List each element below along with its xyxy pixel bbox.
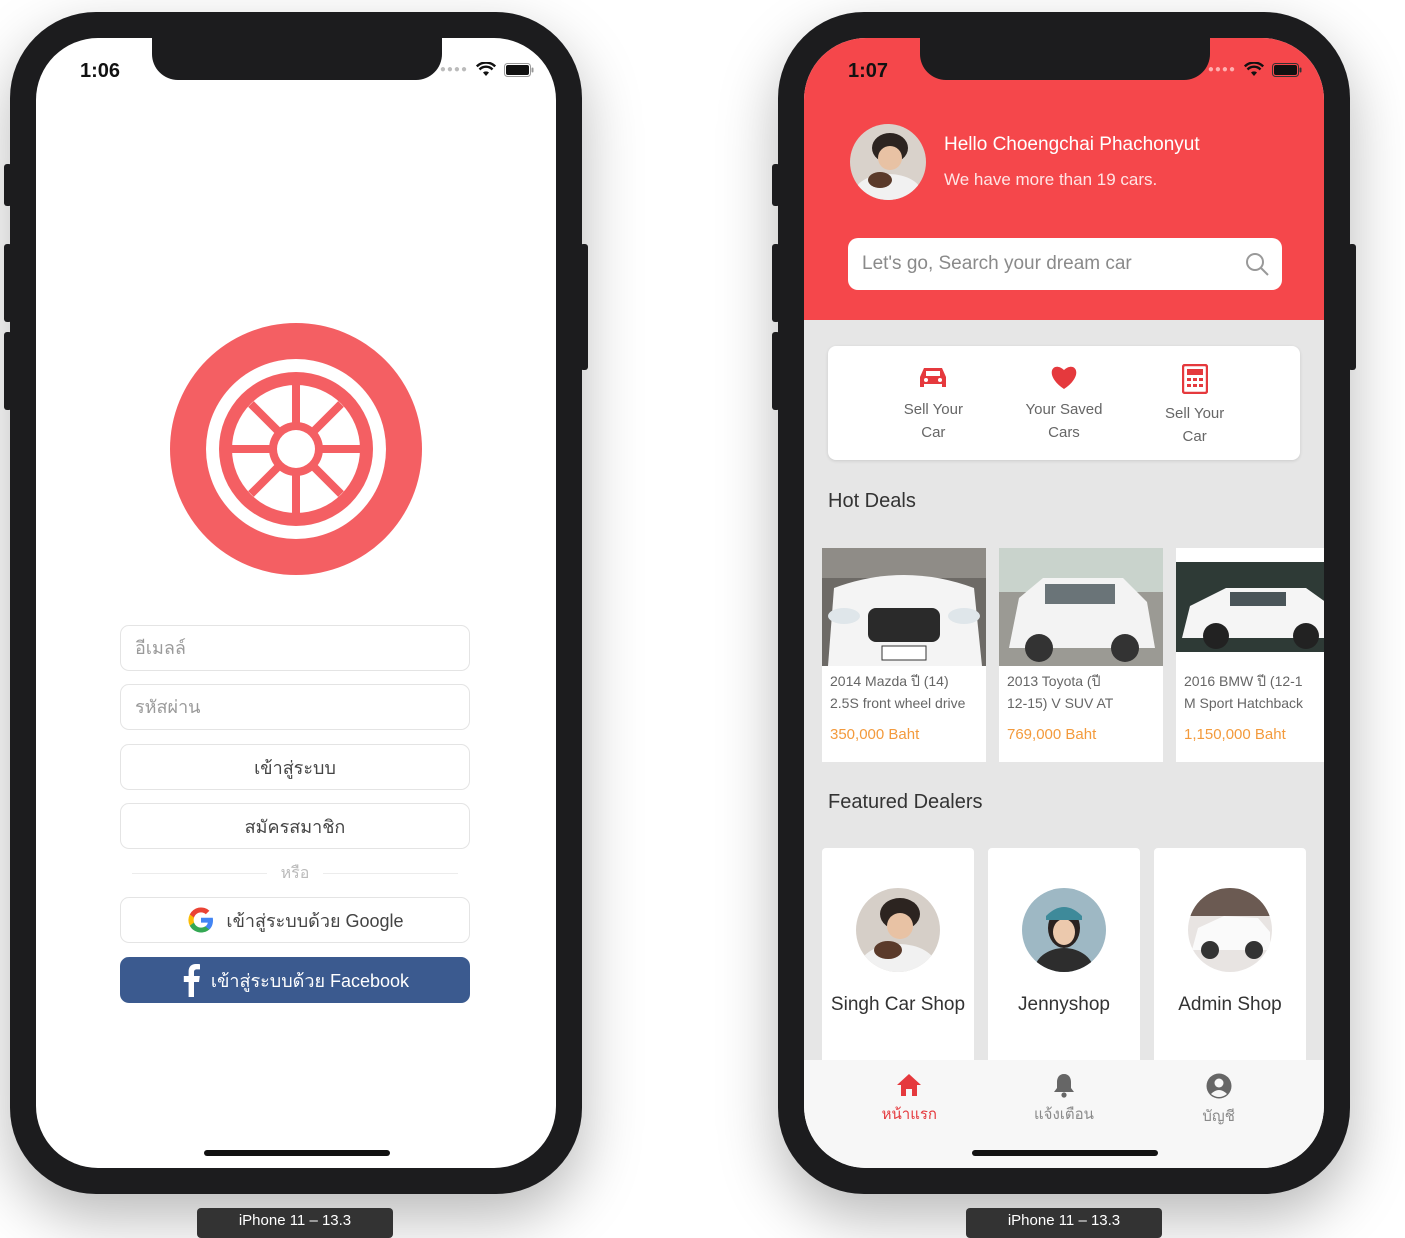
volume-down-button (772, 332, 780, 410)
deal-card[interactable]: 2013 Toyota (ปี 12-15) V SUV AT 769,000 … (999, 548, 1163, 762)
home-indicator (204, 1150, 390, 1156)
tab-label: แจ้งเตือน (1034, 1106, 1094, 1123)
deal-image-mazda (822, 548, 986, 666)
right-phone-frame: 1:07 ●●●● Hello Choengchai Phachonyut We… (772, 12, 1356, 1194)
volume-up-button (772, 244, 780, 322)
signal-icon: ●●●● (1207, 64, 1236, 75)
deal-title: 2013 Toyota (ปี 12-15) V SUV AT (1007, 673, 1114, 711)
deal-card[interactable]: 2016 BMW ปี (12-1 M Sport Hatchback 1,15… (1176, 548, 1324, 762)
dealer-avatar (1188, 888, 1272, 972)
volume-up-button (4, 244, 12, 322)
or-label: หรือ (280, 865, 310, 882)
featured-dealers-title: Featured Dealers (828, 791, 983, 813)
status-icons: ●●●● (440, 62, 534, 77)
google-login-label: เข้าสู่ระบบด้วย Google (226, 910, 404, 931)
or-divider: หรือ (132, 861, 458, 886)
notch (152, 38, 442, 80)
register-button[interactable]: สมัครสมาชิก (120, 803, 470, 849)
home-icon (897, 1074, 922, 1096)
facebook-login-label: เข้าสู่ระบบด้วย Facebook (210, 970, 410, 991)
login-button[interactable]: เข้าสู่ระบบ (120, 744, 470, 790)
deal-image-bmw (1176, 548, 1324, 666)
volume-down-button (4, 332, 12, 410)
deal-price: 769,000 Baht (1007, 726, 1097, 743)
quick-action-label: Sell Your Car (1165, 405, 1225, 445)
user-avatar[interactable] (850, 124, 926, 200)
status-icons: ●●●● (1208, 62, 1302, 77)
dealer-avatar (856, 888, 940, 972)
device-label-right: iPhone 11 – 13.3 (966, 1208, 1162, 1238)
wifi-icon (476, 62, 496, 76)
left-phone-frame: 1:06 ●●●● อีเมลล์ เข้าสู่ระบบ สมัครสมาชิ… (4, 12, 588, 1194)
dealer-card[interactable]: Jennyshop (988, 848, 1140, 1078)
device-label-left: iPhone 11 – 13.3 (197, 1208, 393, 1238)
wifi-icon (1244, 62, 1264, 76)
login-button-label: เข้าสู่ระบบ (254, 757, 336, 778)
dealer-name: Admin Shop (1178, 994, 1282, 1015)
quick-action-calculator[interactable]: Sell Your Car (1140, 346, 1250, 460)
hot-deals-carousel[interactable]: 2014 Mazda ปี (14) 2.5S front wheel driv… (822, 548, 1324, 762)
deal-image-toyota (999, 548, 1163, 666)
deal-card[interactable]: 2014 Mazda ปี (14) 2.5S front wheel driv… (822, 548, 986, 762)
login-screen: 1:06 ●●●● อีเมลล์ เข้าสู่ระบบ สมัครสมาชิ… (36, 38, 556, 1168)
power-button (1348, 244, 1356, 370)
car-icon (920, 368, 947, 387)
search-bar[interactable] (848, 238, 1282, 290)
email-input[interactable] (121, 626, 469, 670)
battery-icon (1272, 62, 1302, 77)
facebook-login-button[interactable]: เข้าสู่ระบบด้วย Facebook (120, 957, 470, 1003)
dealer-name: Jennyshop (1018, 994, 1110, 1015)
deal-title: 2014 Mazda ปี (14) 2.5S front wheel driv… (830, 673, 966, 711)
register-button-label: สมัครสมาชิก (244, 816, 346, 837)
status-time: 1:06 (80, 60, 121, 82)
home-screen: 1:07 ●●●● Hello Choengchai Phachonyut We… (804, 38, 1324, 1168)
tab-label: หน้าแรก (881, 1106, 938, 1123)
account-icon (1206, 1073, 1232, 1099)
dealer-card[interactable]: Singh Car Shop (822, 848, 974, 1078)
email-field[interactable] (120, 625, 470, 671)
facebook-icon (183, 964, 200, 997)
search-icon[interactable] (1244, 251, 1270, 277)
google-icon (188, 907, 214, 933)
search-input[interactable] (860, 252, 1244, 276)
dealer-name: Singh Car Shop (830, 994, 966, 1015)
tab-label: บัญชี (1202, 1108, 1235, 1125)
quick-actions-card: Sell Your Car Your Saved Cars Sell Your … (828, 346, 1300, 460)
greeting-subtitle: We have more than 19 cars. (944, 170, 1158, 189)
heart-icon (1051, 366, 1077, 389)
dealer-card[interactable]: Admin Shop (1154, 848, 1306, 1078)
mute-switch (4, 164, 12, 206)
divider-line (132, 873, 267, 874)
deal-title: 2016 BMW ปี (12-1 M Sport Hatchback (1184, 673, 1304, 711)
quick-action-saved-cars[interactable]: Your Saved Cars (1009, 346, 1119, 460)
dealer-avatar (1022, 888, 1106, 972)
tab-home[interactable]: หน้าแรก (849, 1060, 969, 1168)
signal-icon: ●●●● (439, 64, 468, 75)
home-indicator (972, 1150, 1158, 1156)
status-time: 1:07 (848, 60, 889, 82)
divider-line (323, 873, 458, 874)
app-logo-wheel (170, 323, 422, 580)
notch (920, 38, 1210, 80)
deal-price: 350,000 Baht (830, 726, 920, 743)
quick-action-label: Your Saved Cars (1025, 401, 1103, 441)
tab-account[interactable]: บัญชี (1159, 1060, 1279, 1168)
password-field[interactable] (120, 684, 470, 730)
power-button (580, 244, 588, 370)
calculator-icon (1181, 364, 1208, 394)
greeting-text: Hello Choengchai Phachonyut (944, 134, 1200, 155)
quick-action-label: Sell Your Car (903, 401, 963, 441)
hot-deals-title: Hot Deals (828, 490, 916, 512)
deal-price: 1,150,000 Baht (1184, 726, 1286, 743)
quick-action-sell-car[interactable]: Sell Your Car (878, 346, 988, 460)
featured-dealers-list: Singh Car Shop Jennyshop Admin Shop (822, 848, 1306, 1078)
bell-icon (1053, 1074, 1074, 1098)
google-login-button[interactable]: เข้าสู่ระบบด้วย Google (120, 897, 470, 943)
password-input[interactable] (121, 685, 469, 729)
mute-switch (772, 164, 780, 206)
battery-icon (504, 62, 534, 77)
